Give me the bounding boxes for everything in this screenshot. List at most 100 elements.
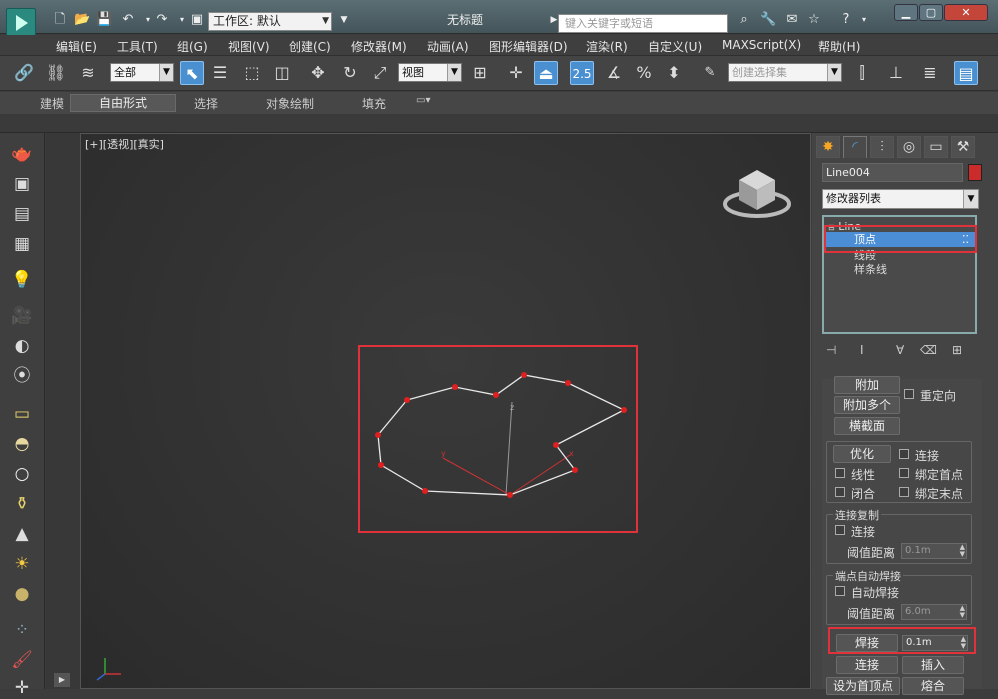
light-icon[interactable]: 💡	[10, 269, 34, 291]
reference-coordinate-dropdown[interactable]: 视图 ▼	[398, 63, 462, 82]
modify-tab-icon[interactable]: ◜	[843, 136, 867, 158]
help-dropdown-icon[interactable]: ▾	[856, 12, 872, 28]
menu-graph-editors[interactable]: 图形编辑器(D)	[489, 38, 568, 55]
binoculars-icon[interactable]: ⌕	[736, 12, 752, 28]
select-and-rotate-icon[interactable]: ↻	[338, 61, 362, 85]
object-name-field[interactable]: Line004	[822, 163, 963, 182]
remove-modifier-icon[interactable]: ⌫	[920, 343, 937, 357]
redo-icon[interactable]: ↷	[154, 12, 170, 28]
reorient-checkbox[interactable]	[904, 389, 914, 399]
connect-button[interactable]: 连接	[836, 656, 898, 674]
menu-customize[interactable]: 自定义(U)	[648, 38, 702, 55]
help-icon[interactable]: ?	[838, 12, 854, 28]
close-button[interactable]: ✕	[944, 4, 988, 21]
film-camera-icon[interactable]: ⦿	[10, 365, 34, 387]
make-unique-icon[interactable]: ∀	[896, 343, 904, 357]
teapot-shape-icon[interactable]: ⚱	[10, 493, 34, 515]
tab-modeling[interactable]: 建模	[40, 95, 64, 112]
unlink-icon[interactable]: ⛓	[44, 61, 68, 85]
perspective-viewport[interactable]: [+][透视][真实] z y x	[80, 133, 811, 689]
stack-item-spline[interactable]: 样条线	[824, 262, 975, 277]
select-and-link-icon[interactable]: 🔗	[12, 61, 36, 85]
menu-group[interactable]: 组(G)	[177, 38, 208, 55]
pin-stack-icon[interactable]: ⊣	[826, 343, 836, 357]
workspace-dropdown[interactable]: 工作区: 默认 ▼	[208, 12, 332, 31]
communication-center-icon[interactable]: ✉	[784, 12, 800, 28]
mirror-icon[interactable]: ⫿	[850, 61, 874, 85]
select-and-move-icon[interactable]: ✥	[306, 61, 330, 85]
rectangular-selection-icon[interactable]: ⬚	[240, 61, 264, 85]
workspace-options-icon[interactable]: ▼	[336, 12, 352, 28]
tab-object-paint[interactable]: 对象绘制	[266, 95, 314, 112]
render-frame-icon[interactable]: ▣	[10, 173, 34, 195]
subscription-tools-icon[interactable]: 🔧	[760, 12, 776, 28]
tab-populate[interactable]: 填充	[362, 95, 386, 112]
graphite-toolbar-icon[interactable]: ▤	[954, 61, 978, 85]
connect-copy-checkbox[interactable]	[835, 525, 845, 535]
ribbon-options-icon[interactable]: ▭▾	[416, 95, 430, 106]
tab-selection[interactable]: 选择	[194, 95, 218, 112]
refine-button[interactable]: 优化	[833, 445, 891, 463]
bind-space-warp-icon[interactable]: ≋	[76, 61, 100, 85]
search-input[interactable]: 键入关键字或短语	[558, 14, 728, 33]
create-tab-icon[interactable]: ✸	[816, 136, 840, 158]
cross-section-button[interactable]: 横截面	[834, 417, 900, 435]
half-sphere-icon[interactable]: ◐	[10, 335, 34, 357]
auto-weld-threshold-spinner[interactable]: 6.0m ▲ ▼	[901, 604, 967, 620]
project-folder-icon[interactable]: ▣	[189, 12, 205, 28]
plane-icon[interactable]: ▭	[10, 403, 34, 425]
layer-manager-icon[interactable]: ≣	[918, 61, 942, 85]
scene-explorer-icon[interactable]: ▤	[10, 203, 34, 225]
menu-maxscript[interactable]: MAXScript(X)	[722, 38, 801, 52]
redo-dropdown-icon[interactable]: ▾	[174, 12, 190, 28]
menu-create[interactable]: 创建(C)	[289, 38, 331, 55]
modifier-list-dropdown[interactable]: 修改器列表 ▼	[822, 189, 979, 209]
menu-animation[interactable]: 动画(A)	[427, 38, 469, 55]
particles-icon[interactable]: ⁘	[10, 619, 34, 641]
undo-icon[interactable]: ↶	[120, 12, 136, 28]
make-first-button[interactable]: 设为首顶点	[826, 677, 900, 695]
selection-filter-dropdown[interactable]: 全部 ▼	[110, 63, 174, 82]
disc-icon[interactable]: ●	[10, 583, 34, 605]
select-manipulate-icon[interactable]: ✛	[504, 61, 528, 85]
linear-checkbox[interactable]	[835, 468, 845, 478]
cone-icon[interactable]: ▲	[10, 523, 34, 545]
bind-last-checkbox[interactable]	[899, 487, 909, 497]
show-end-result-icon[interactable]: Ⅰ	[860, 343, 864, 357]
snaps-toggle-icon[interactable]: 2.5	[570, 61, 594, 85]
save-icon[interactable]: 💾	[96, 12, 112, 28]
connect-checkbox[interactable]	[899, 449, 909, 459]
utilities-tab-icon[interactable]: ⚒	[951, 136, 975, 158]
pivot-center-icon[interactable]: ⊞	[468, 61, 492, 85]
hierarchy-tab-icon[interactable]: ⫶	[870, 136, 894, 158]
dome-icon[interactable]: ◓	[10, 433, 34, 455]
menu-edit[interactable]: 编辑(E)	[56, 38, 97, 55]
expand-right-icon[interactable]: ▶	[54, 673, 70, 687]
bind-first-checkbox[interactable]	[899, 468, 909, 478]
insert-button[interactable]: 插入	[902, 656, 964, 674]
menu-rendering[interactable]: 渲染(R)	[586, 38, 628, 55]
keyboard-shortcut-override-icon[interactable]: ⏏	[534, 61, 558, 85]
angle-snap-icon[interactable]: ∡	[602, 61, 626, 85]
material-editor-icon[interactable]: ▦	[10, 233, 34, 255]
auto-weld-checkbox[interactable]	[835, 586, 845, 596]
spinner-snap-icon[interactable]: ⬍	[662, 61, 686, 85]
window-crossing-icon[interactable]: ◫	[270, 61, 294, 85]
maximize-button[interactable]: ▢	[919, 4, 943, 21]
menu-tools[interactable]: 工具(T)	[117, 38, 158, 55]
sphere-icon[interactable]: ○	[10, 463, 34, 485]
align-icon[interactable]: ⊥	[884, 61, 908, 85]
move-gizmo-icon[interactable]: ✛	[10, 677, 34, 699]
closed-checkbox[interactable]	[835, 487, 845, 497]
connect-copy-threshold-spinner[interactable]: 0.1m ▲ ▼	[901, 543, 967, 559]
menu-modifiers[interactable]: 修改器(M)	[351, 38, 407, 55]
attach-multiple-button[interactable]: 附加多个	[834, 396, 900, 414]
percent-snap-icon[interactable]: %	[632, 61, 656, 85]
named-selection-dropdown[interactable]: 创建选择集 ▼	[728, 63, 842, 82]
motion-tab-icon[interactable]: ◎	[897, 136, 921, 158]
configure-modifier-sets-icon[interactable]: ⊞	[952, 343, 962, 357]
edit-named-selection-icon[interactable]: ✎	[698, 61, 722, 85]
attach-button[interactable]: 附加	[834, 376, 900, 394]
tab-freeform[interactable]: 自由形式	[70, 94, 177, 112]
minimize-button[interactable]: ▁	[894, 4, 918, 21]
